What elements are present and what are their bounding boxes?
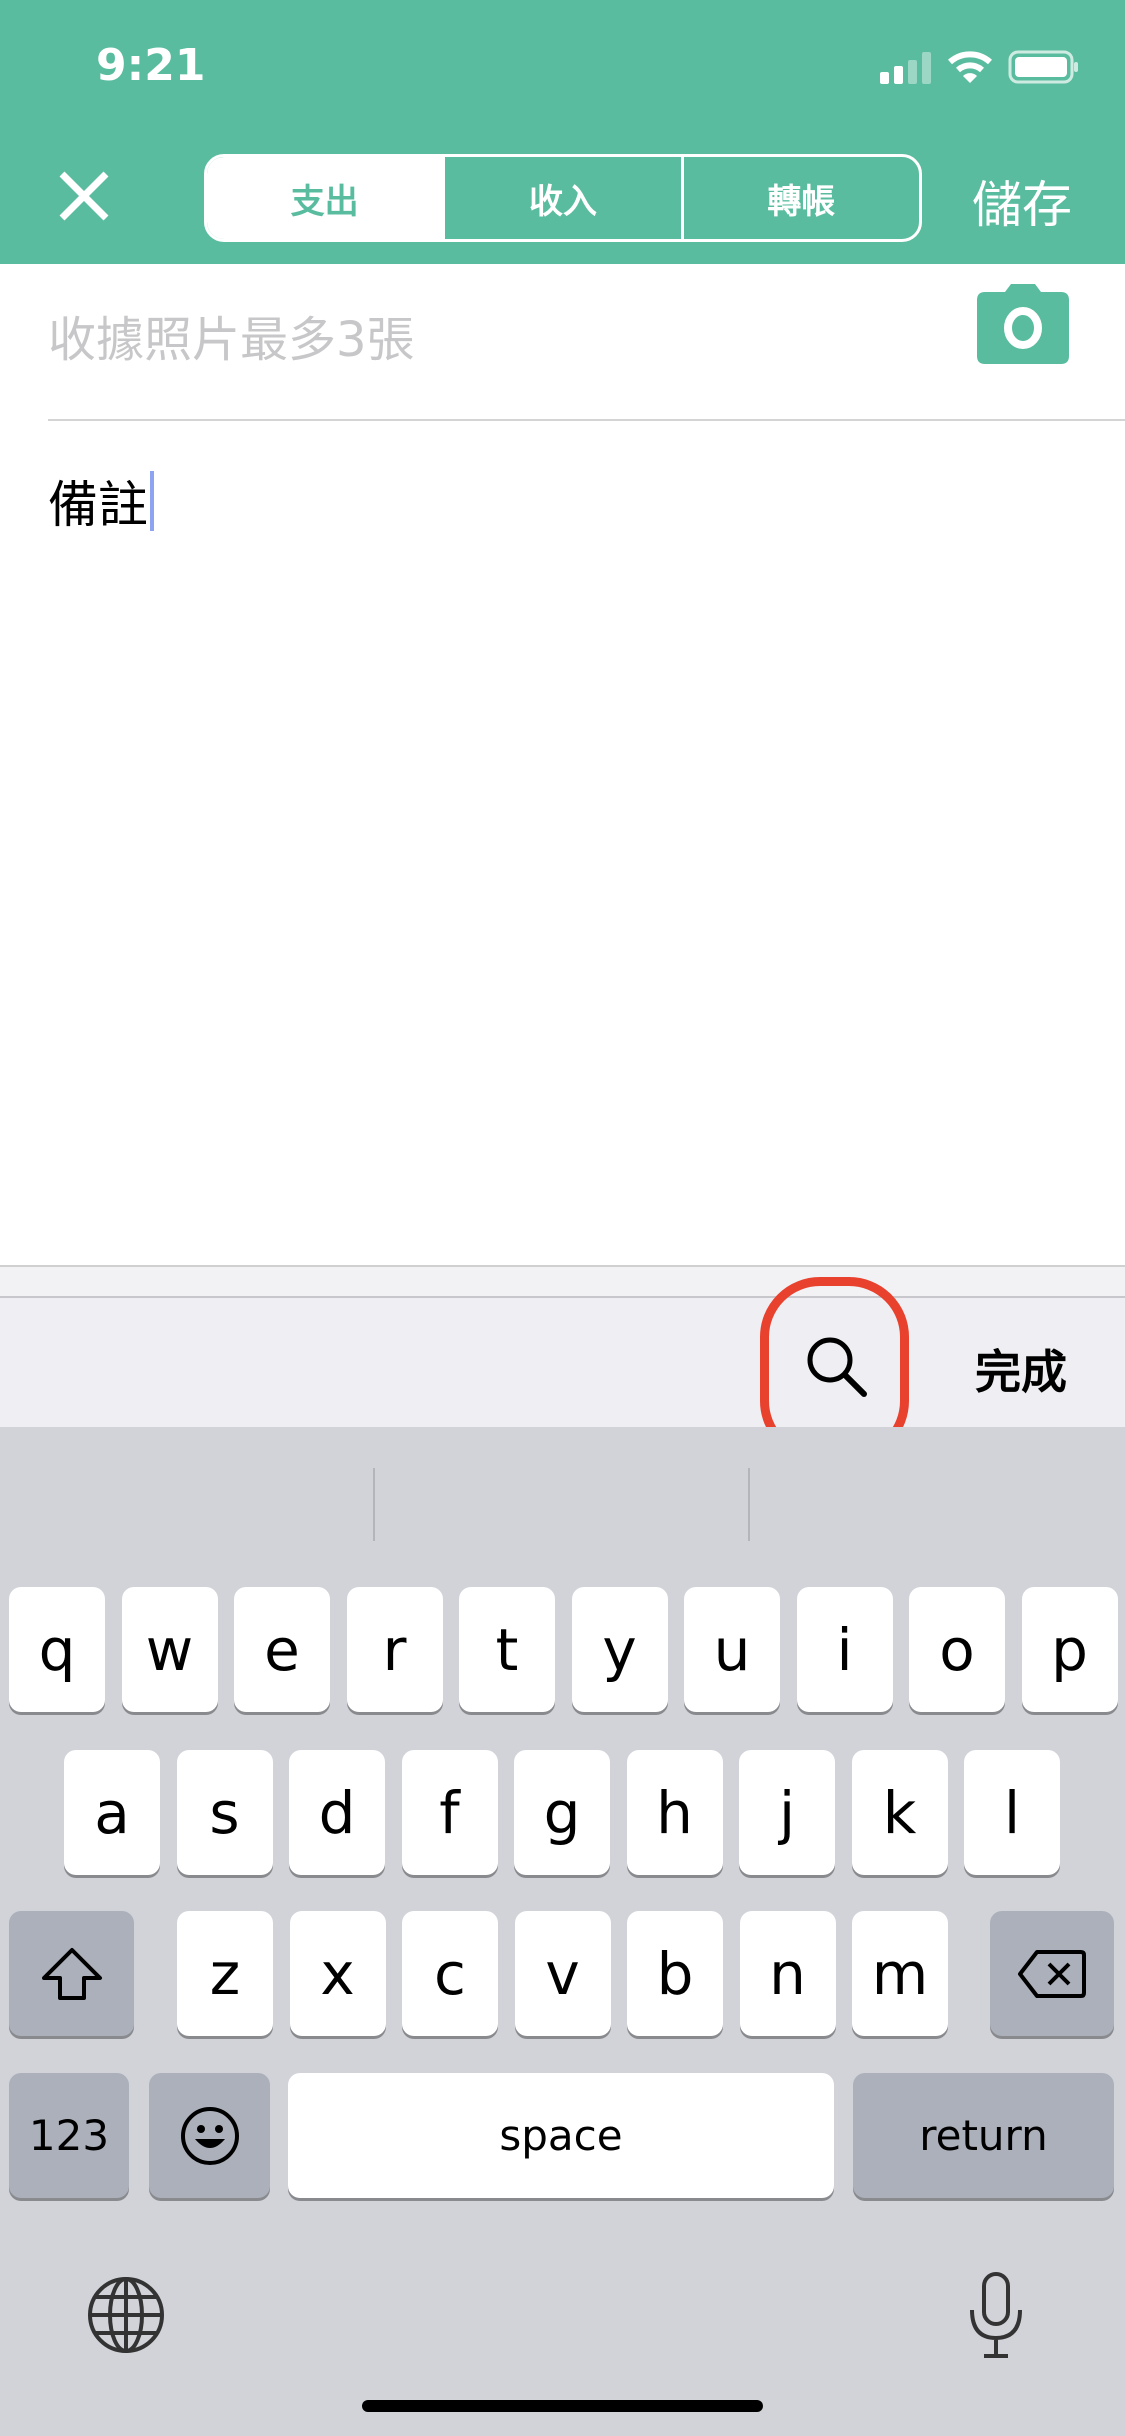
- close-icon[interactable]: [58, 170, 110, 222]
- shift-icon: [41, 1947, 102, 2000]
- battery-icon: [1008, 50, 1078, 84]
- key-m[interactable]: m: [852, 1911, 948, 2036]
- key-k[interactable]: k: [851, 1750, 948, 1875]
- key-i[interactable]: i: [796, 1587, 893, 1712]
- key-h[interactable]: h: [626, 1750, 723, 1875]
- key-v[interactable]: v: [514, 1911, 611, 2036]
- emoji-key[interactable]: [149, 2073, 270, 2198]
- key-s[interactable]: s: [176, 1750, 273, 1875]
- key-g[interactable]: g: [514, 1750, 610, 1875]
- suggestion-divider: [373, 1468, 375, 1541]
- divider: [48, 419, 1125, 421]
- suggestion-divider: [748, 1468, 750, 1541]
- save-button[interactable]: 儲存: [972, 165, 1072, 237]
- key-q[interactable]: q: [9, 1587, 105, 1712]
- microphone-icon[interactable]: [966, 2270, 1026, 2360]
- keyboard-accessory-bar: [0, 1296, 1125, 1427]
- key-e[interactable]: e: [234, 1587, 330, 1712]
- done-button[interactable]: 完成: [975, 1336, 1067, 1402]
- camera-icon[interactable]: [977, 284, 1069, 364]
- key-t[interactable]: t: [459, 1587, 555, 1712]
- shift-key[interactable]: [9, 1911, 134, 2036]
- key-a[interactable]: a: [64, 1750, 160, 1875]
- signal-icon: [880, 52, 931, 84]
- key-l[interactable]: l: [964, 1750, 1060, 1875]
- key-j[interactable]: j: [739, 1750, 835, 1875]
- home-indicator: [362, 2400, 763, 2412]
- key-w[interactable]: w: [121, 1587, 218, 1712]
- numbers-key[interactable]: 123: [9, 2073, 129, 2198]
- delete-key[interactable]: [990, 1911, 1114, 2036]
- key-y[interactable]: y: [571, 1587, 668, 1712]
- key-o[interactable]: o: [909, 1587, 1005, 1712]
- receipt-photo-placeholder[interactable]: 收據照片最多3張: [48, 300, 415, 370]
- key-n[interactable]: n: [739, 1911, 836, 2036]
- tab-transfer[interactable]: 轉帳: [680, 157, 919, 239]
- transaction-type-segmented-control: 支出 收入 轉帳: [204, 154, 922, 242]
- note-field[interactable]: 備註: [48, 465, 154, 537]
- key-u[interactable]: u: [684, 1587, 780, 1712]
- return-key[interactable]: return: [853, 2073, 1114, 2198]
- key-f[interactable]: f: [401, 1750, 498, 1875]
- key-p[interactable]: p: [1021, 1587, 1118, 1712]
- status-time: 9:21: [96, 40, 206, 91]
- note-text: 備註: [48, 476, 148, 534]
- key-b[interactable]: b: [627, 1911, 723, 2036]
- text-cursor: [150, 471, 154, 531]
- globe-icon[interactable]: [86, 2275, 166, 2355]
- backspace-icon: [1018, 1949, 1086, 1998]
- key-d[interactable]: d: [289, 1750, 385, 1875]
- wifi-icon: [948, 51, 992, 83]
- key-x[interactable]: x: [289, 1911, 386, 2036]
- key-c[interactable]: c: [402, 1911, 498, 2036]
- key-r[interactable]: r: [346, 1587, 443, 1712]
- key-z[interactable]: z: [177, 1911, 273, 2036]
- tab-income[interactable]: 收入: [442, 157, 680, 239]
- tab-expense[interactable]: 支出: [207, 157, 443, 239]
- space-key[interactable]: space: [288, 2073, 834, 2198]
- emoji-icon: [180, 2106, 239, 2165]
